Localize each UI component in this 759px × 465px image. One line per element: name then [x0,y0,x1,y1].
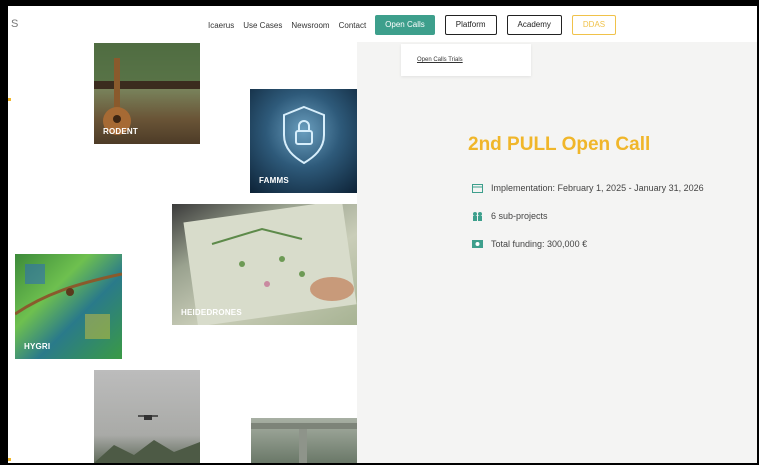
open-call-panel [357,42,757,463]
platform-button[interactable]: Platform [444,15,497,35]
accent-marker [8,98,11,101]
tile-hygri[interactable]: HYGRI [15,254,122,359]
map-icon [183,204,357,325]
implementation-row: Implementation: February 1, 2025 - Janua… [472,183,704,193]
tile-famms[interactable]: FAMMS [250,89,357,193]
tile-label: RODENT [103,127,138,136]
nav-newsroom[interactable]: Newsroom [291,21,329,30]
nav-icaerus[interactable]: Icaerus [208,21,234,30]
bridge-icon [251,423,357,463]
subprojects-text: 6 sub-projects [491,211,548,221]
page: S Icaerus Use Cases Newsroom Contact Ope… [8,6,757,463]
tile-label: HEIDEDRONES [181,308,242,317]
nav-contact[interactable]: Contact [339,21,367,30]
funding-text: Total funding: 300,000 € [491,239,588,249]
calendar-icon [472,184,483,193]
screenshot-frame: S Icaerus Use Cases Newsroom Contact Ope… [0,0,759,465]
accent-marker [8,458,11,461]
tile-bridge[interactable] [251,418,357,463]
open-calls-button[interactable]: Open Calls [375,15,435,35]
nav-use-cases[interactable]: Use Cases [243,21,282,30]
users-icon [473,212,482,221]
implementation-text: Implementation: February 1, 2025 - Janua… [491,183,704,193]
drone-icon [94,415,200,463]
tile-label: HYGRI [24,342,51,351]
tile-rodent[interactable]: RODENT [94,43,200,144]
academy-button[interactable]: Academy [506,15,562,35]
money-icon [472,240,483,248]
main-nav: Icaerus Use Cases Newsroom Contact Open … [208,11,697,39]
dropdown-item-open-calls-trials[interactable]: Open Calls Trials [417,57,463,63]
tile-label: FAMMS [259,176,289,185]
ddas-button[interactable]: DDAS [571,15,617,35]
call-title: 2nd PULL Open Call [468,134,651,155]
tile-drone-fog[interactable] [94,370,200,463]
funding-row: Total funding: 300,000 € [472,239,587,249]
subprojects-row: 6 sub-projects [472,211,548,221]
tile-heidedrones[interactable]: HEIDEDRONES [172,204,357,325]
open-calls-dropdown: Open Calls Trials [401,44,531,76]
site-logo[interactable]: S [11,18,18,30]
